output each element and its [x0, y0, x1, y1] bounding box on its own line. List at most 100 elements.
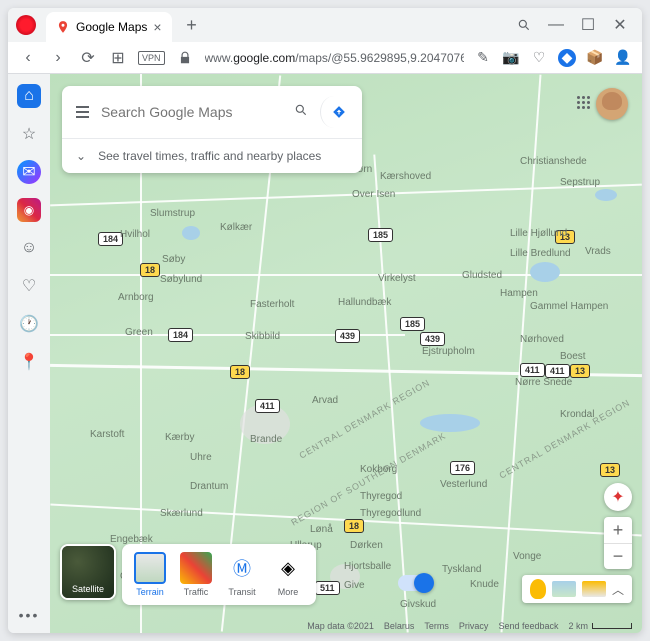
- terrain-icon: [134, 552, 166, 584]
- satellite-toggle[interactable]: Satellite: [60, 544, 116, 600]
- maximize-icon[interactable]: ☐: [574, 11, 602, 39]
- place-label: Sepstrup: [560, 177, 600, 188]
- google-apps-icon[interactable]: [577, 96, 590, 109]
- road-shield: 439: [335, 329, 360, 343]
- map-canvas[interactable]: CENTRAL DENMARK REGION REGION OF SOUTHER…: [50, 74, 642, 633]
- place-label: Hvilhol: [120, 229, 150, 240]
- road-shield: 411: [545, 364, 570, 378]
- road-shield: 511: [315, 581, 340, 595]
- place-label: Slumstrup: [150, 208, 195, 219]
- feedback-link[interactable]: Send feedback: [498, 621, 558, 631]
- search-icon[interactable]: [294, 103, 308, 122]
- privacy-link[interactable]: Privacy: [459, 621, 489, 631]
- place-label: Vrads: [585, 246, 611, 257]
- zoom-control: + −: [604, 517, 632, 569]
- close-window-icon[interactable]: ✕: [606, 11, 634, 39]
- place-label: Kokborg: [360, 464, 397, 475]
- instagram-icon[interactable]: ◉: [17, 198, 41, 222]
- gmaps-favicon-icon: [56, 20, 70, 34]
- place-label: Arvad: [312, 395, 338, 406]
- layer-traffic[interactable]: Traffic: [174, 550, 218, 599]
- map-controls: ✦ + − ︿: [522, 483, 632, 603]
- edit-icon[interactable]: ✎: [474, 49, 492, 67]
- place-label: Vesterlund: [440, 479, 487, 490]
- tab-title: Google Maps: [76, 20, 147, 34]
- forward-icon[interactable]: ›: [48, 48, 68, 68]
- place-label: Hallundbæk: [338, 297, 391, 308]
- url-field[interactable]: www.google.com/maps/@55.9629895,9.204707…: [205, 51, 464, 65]
- layers-more-icon: ◈: [272, 552, 304, 584]
- browser-sidebar: ⌂ ☆ ✉ ◉ ☺ ♡ 🕐 📍 •••: [8, 74, 50, 633]
- place-label: Nørre Snede: [515, 377, 572, 388]
- toggle-switch[interactable]: [398, 575, 434, 591]
- browser-titlebar: Google Maps × + — ☐ ✕: [8, 8, 642, 42]
- lock-icon[interactable]: [175, 48, 195, 68]
- reload-icon[interactable]: ⟳: [78, 48, 98, 68]
- place-label: Krondal: [560, 409, 594, 420]
- heart-sidebar-icon[interactable]: ♡: [17, 274, 41, 298]
- sidebar-more-icon[interactable]: •••: [19, 607, 40, 623]
- road-shield: 18: [344, 519, 364, 533]
- layer-more[interactable]: ◈ More: [266, 550, 310, 599]
- search-panel: ⌄ See travel times, traffic and nearby p…: [62, 86, 362, 173]
- smile-icon[interactable]: ☺: [17, 236, 41, 260]
- traffic-icon: [180, 552, 212, 584]
- minimap-thumb[interactable]: [552, 581, 576, 597]
- star-icon[interactable]: ☆: [17, 122, 41, 146]
- place-label: Over Isen: [352, 189, 395, 200]
- layer-terrain[interactable]: Terrain: [128, 550, 172, 599]
- tab-close-icon[interactable]: ×: [153, 19, 161, 35]
- history-icon[interactable]: 🕐: [17, 312, 41, 336]
- zoom-in-button[interactable]: +: [604, 517, 632, 543]
- expand-icon[interactable]: ︿: [612, 581, 624, 598]
- road-shield: 185: [368, 228, 393, 242]
- chevron-down-icon[interactable]: ⌄: [76, 149, 86, 163]
- road-shield: 18: [230, 365, 250, 379]
- new-tab-button[interactable]: +: [180, 13, 204, 37]
- browser-tab[interactable]: Google Maps ×: [46, 12, 172, 42]
- place-label: Tyskland: [442, 564, 481, 575]
- search-tabs-icon[interactable]: [510, 11, 538, 39]
- apps-icon[interactable]: ⊞: [108, 48, 128, 68]
- minimap-thumb[interactable]: [582, 581, 606, 597]
- place-label: Ejstrupholm: [422, 346, 475, 357]
- place-label: Give: [344, 580, 365, 591]
- road-shield: 411: [520, 363, 545, 377]
- zoom-out-button[interactable]: −: [604, 543, 632, 569]
- avatar[interactable]: [596, 88, 628, 120]
- back-icon[interactable]: ‹: [18, 48, 38, 68]
- pin-icon[interactable]: 📍: [17, 350, 41, 374]
- map-footer: Map data ©2021 Belarus Terms Privacy Sen…: [307, 621, 632, 631]
- shield-icon[interactable]: ◆: [558, 49, 576, 67]
- place-label: Skibbild: [245, 331, 280, 342]
- place-label: Boest: [560, 351, 586, 362]
- place-label: Skærlund: [160, 508, 203, 519]
- opera-logo-icon: [16, 15, 36, 35]
- heart-icon[interactable]: ♡: [530, 49, 548, 67]
- vpn-badge[interactable]: VPN: [138, 51, 165, 65]
- messenger-icon[interactable]: ✉: [17, 160, 41, 184]
- cube-icon[interactable]: 📦: [586, 49, 604, 67]
- layers-bar: Satellite Terrain Traffic Ⓜ Transit: [60, 544, 316, 605]
- scale-indicator: 2 km: [568, 621, 632, 631]
- search-input[interactable]: [101, 104, 282, 120]
- pegman-icon[interactable]: [530, 579, 546, 599]
- road-shield: 184: [168, 328, 193, 342]
- road-shield: 176: [450, 461, 475, 475]
- place-label: Fasterholt: [250, 299, 294, 310]
- place-label: Lønå: [310, 524, 333, 535]
- profile-icon[interactable]: 👤: [614, 49, 632, 67]
- hamburger-icon[interactable]: [76, 106, 89, 118]
- place-label: Gludsted: [462, 270, 502, 281]
- minimize-icon[interactable]: —: [542, 11, 570, 39]
- terms-link[interactable]: Terms: [424, 621, 449, 631]
- layer-transit[interactable]: Ⓜ Transit: [220, 550, 264, 599]
- address-bar: ‹ › ⟳ ⊞ VPN www.google.com/maps/@55.9629…: [8, 42, 642, 74]
- directions-icon[interactable]: [320, 96, 348, 128]
- place-label: Arnborg: [118, 292, 154, 303]
- place-label: Gammel Hampen: [530, 301, 608, 312]
- compass-icon[interactable]: ✦: [604, 483, 632, 511]
- camera-icon[interactable]: 📷: [502, 49, 520, 67]
- road-shield: 13: [570, 364, 590, 378]
- home-icon[interactable]: ⌂: [17, 84, 41, 108]
